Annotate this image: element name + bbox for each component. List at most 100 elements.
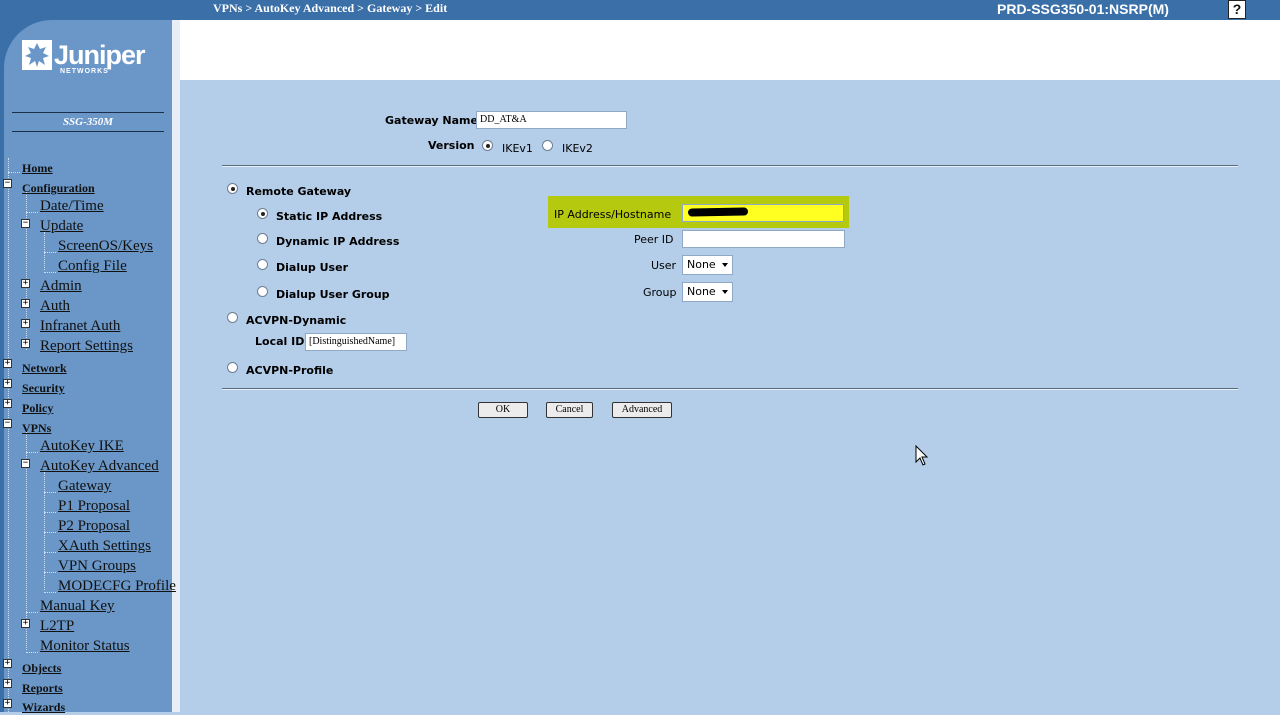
static-ip-label: Static IP Address bbox=[276, 210, 383, 223]
acvpn-dynamic-label: ACVPN-Dynamic bbox=[246, 314, 347, 327]
expand-icon[interactable]: + bbox=[3, 699, 12, 708]
nav-screenos-keys[interactable]: ScreenOS/Keys bbox=[58, 238, 153, 254]
nav-modecfg-profile[interactable]: MODECFG Profile bbox=[58, 578, 176, 594]
ikev1-label: IKEv1 bbox=[502, 142, 533, 155]
tree-line bbox=[8, 172, 20, 173]
tree-line bbox=[26, 452, 38, 453]
collapse-icon[interactable]: − bbox=[21, 459, 30, 468]
nav-report-settings[interactable]: Report Settings bbox=[40, 338, 133, 354]
dynamic-ip-radio[interactable] bbox=[257, 233, 268, 244]
expand-icon[interactable]: + bbox=[3, 659, 12, 668]
dialup-user-label: Dialup User bbox=[276, 261, 348, 274]
nav-configuration[interactable]: Configuration bbox=[22, 180, 95, 196]
tree-line bbox=[44, 552, 56, 553]
gateway-name-label: Gateway Name bbox=[385, 114, 478, 127]
nav-admin[interactable]: Admin bbox=[40, 278, 82, 294]
dialup-group-radio[interactable] bbox=[257, 286, 268, 297]
remote-gateway-radio[interactable] bbox=[227, 183, 238, 194]
remote-gateway-label: Remote Gateway bbox=[246, 185, 352, 198]
ikev2-label: IKEv2 bbox=[562, 142, 593, 155]
nav-date-time[interactable]: Date/Time bbox=[40, 198, 104, 214]
collapse-icon[interactable]: − bbox=[21, 219, 30, 228]
static-ip-radio[interactable] bbox=[257, 208, 268, 219]
nav-vpns[interactable]: VPNs bbox=[22, 420, 51, 436]
device-model: SSG-350M bbox=[62, 116, 114, 128]
nav-autokey-advanced[interactable]: AutoKey Advanced bbox=[40, 458, 159, 474]
gateway-name-input[interactable]: DD_AT&A bbox=[476, 111, 627, 129]
nav-network[interactable]: Network bbox=[22, 360, 67, 376]
nav-infranet-auth[interactable]: Infranet Auth bbox=[40, 318, 120, 334]
expand-icon[interactable]: + bbox=[3, 379, 12, 388]
nav-p1-proposal[interactable]: P1 Proposal bbox=[58, 498, 130, 514]
expand-icon[interactable]: + bbox=[21, 619, 30, 628]
advanced-button[interactable]: Advanced bbox=[612, 402, 672, 418]
nav-config-file[interactable]: Config File bbox=[58, 258, 127, 274]
sidebar-divider bbox=[12, 112, 164, 113]
collapse-icon[interactable]: − bbox=[3, 179, 12, 188]
expand-icon[interactable]: + bbox=[21, 279, 30, 288]
ip-hostname-label: IP Address/Hostname bbox=[554, 208, 672, 221]
ok-button[interactable]: OK bbox=[478, 402, 528, 418]
expand-icon[interactable]: + bbox=[3, 399, 12, 408]
tree-line bbox=[44, 572, 56, 573]
juniper-logo: Juniper NETWORKS bbox=[16, 38, 164, 92]
nav-policy[interactable]: Policy bbox=[22, 400, 53, 416]
nav-reports[interactable]: Reports bbox=[22, 680, 63, 696]
nav-vpn-groups[interactable]: VPN Groups bbox=[58, 558, 136, 574]
chevron-down-icon bbox=[722, 263, 728, 267]
dialup-group-label: Dialup User Group bbox=[276, 288, 390, 301]
sidebar-divider bbox=[12, 131, 164, 132]
user-select-value: None bbox=[687, 258, 716, 271]
nav-home[interactable]: Home bbox=[22, 160, 53, 176]
dynamic-ip-label: Dynamic IP Address bbox=[276, 235, 400, 248]
expand-icon[interactable]: + bbox=[21, 319, 30, 328]
nav-objects[interactable]: Objects bbox=[22, 660, 61, 676]
nav-xauth-settings[interactable]: XAuth Settings bbox=[58, 538, 151, 554]
logo-subtext: NETWORKS bbox=[60, 68, 109, 75]
version-label: Version bbox=[428, 139, 475, 152]
nav-p2-proposal[interactable]: P2 Proposal bbox=[58, 518, 130, 534]
nav-autokey-ike[interactable]: AutoKey IKE bbox=[40, 438, 124, 454]
acvpn-profile-label: ACVPN-Profile bbox=[246, 364, 334, 377]
collapse-icon[interactable]: − bbox=[3, 419, 12, 428]
nav-monitor-status[interactable]: Monitor Status bbox=[40, 638, 130, 654]
nav-gateway[interactable]: Gateway bbox=[58, 478, 111, 494]
nav-l2tp[interactable]: L2TP bbox=[40, 618, 74, 634]
tree-line bbox=[26, 612, 38, 613]
group-label: Group bbox=[643, 286, 677, 299]
nav-wizards[interactable]: Wizards bbox=[22, 699, 65, 715]
help-button[interactable]: ? bbox=[1228, 0, 1246, 19]
header-strip bbox=[180, 20, 1280, 80]
tree-line bbox=[44, 252, 56, 253]
nav-security[interactable]: Security bbox=[22, 380, 65, 396]
group-select[interactable]: None bbox=[682, 282, 733, 302]
tree-line bbox=[44, 532, 56, 533]
expand-icon[interactable]: + bbox=[21, 299, 30, 308]
redaction-mark bbox=[687, 207, 749, 217]
mouse-cursor-icon bbox=[915, 445, 929, 466]
acvpn-profile-radio[interactable] bbox=[227, 362, 238, 373]
acvpn-dynamic-radio[interactable] bbox=[227, 312, 238, 323]
dialup-user-radio[interactable] bbox=[257, 259, 268, 270]
nav-manual-key[interactable]: Manual Key bbox=[40, 598, 115, 614]
cancel-button[interactable]: Cancel bbox=[546, 402, 593, 418]
tree-line bbox=[44, 232, 45, 270]
breadcrumb: VPNs > AutoKey Advanced > Gateway > Edit bbox=[213, 1, 448, 15]
expand-icon[interactable]: + bbox=[3, 679, 12, 688]
user-label: User bbox=[651, 259, 677, 272]
user-select[interactable]: None bbox=[682, 255, 733, 275]
logo-text: Juniper bbox=[54, 40, 146, 70]
local-id-input[interactable]: [DistinguishedName] bbox=[305, 333, 407, 351]
peer-id-input[interactable] bbox=[682, 230, 845, 248]
device-name: PRD-SSG350-01:NSRP(M) bbox=[997, 1, 1169, 17]
nav-update[interactable]: Update bbox=[40, 218, 83, 234]
expand-icon[interactable]: + bbox=[3, 359, 12, 368]
ikev2-radio[interactable] bbox=[542, 140, 553, 151]
sidebar-edge bbox=[172, 20, 180, 712]
nav-auth[interactable]: Auth bbox=[40, 298, 70, 314]
expand-icon[interactable]: + bbox=[21, 339, 30, 348]
ikev1-radio[interactable] bbox=[482, 140, 493, 151]
tree-line bbox=[26, 212, 38, 213]
tree-line bbox=[44, 492, 56, 493]
chevron-down-icon bbox=[722, 290, 728, 294]
